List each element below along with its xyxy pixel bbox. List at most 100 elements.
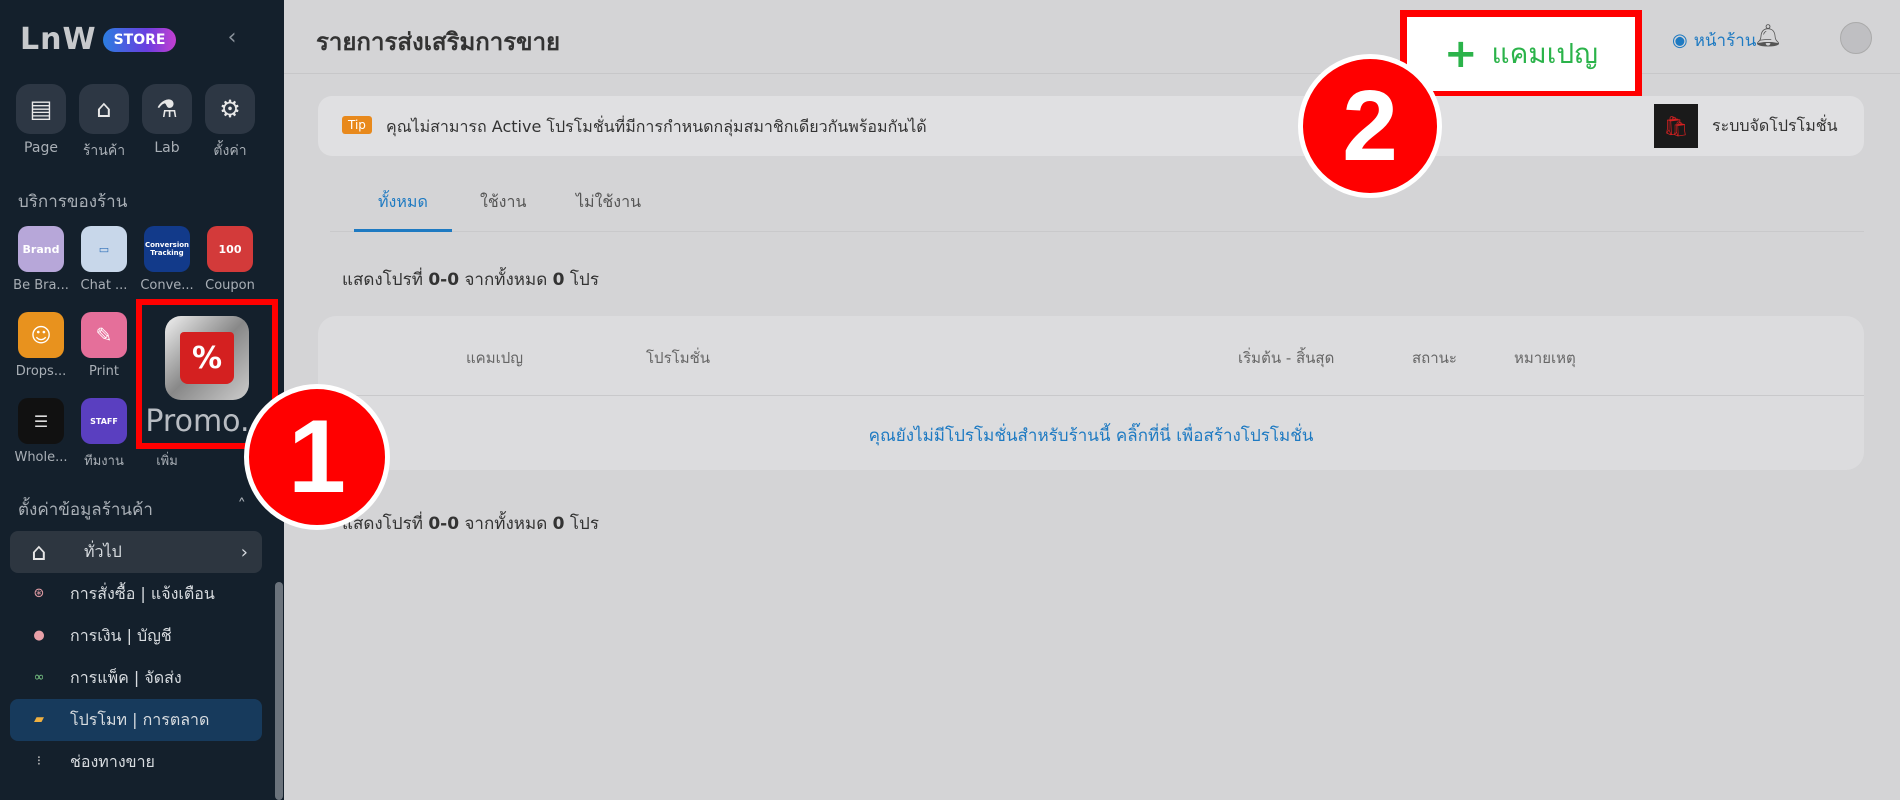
add-campaign-button[interactable]: + แคมเปญ [1444,32,1598,76]
store-front-icon: ⌂ [31,538,47,566]
lab-flask-icon: ⚗ [142,84,192,134]
promotion-table: แคมเปญ โปรโมชั่น เริ่มต้น - สิ้นสุด สถาน… [318,316,1864,470]
count-middle: จากทั้งหมด [464,270,548,290]
count-range: 0-0 [428,270,460,290]
nav-item-label: โปรโมท | การตลาด [70,709,210,729]
nav-item-general[interactable]: ⌂ ทั่วไป › [10,531,262,573]
nav-item-label: การแพ็ค | จัดส่ง [70,667,182,687]
top-icon-page[interactable]: ▤ Page [10,84,72,162]
app-be-brand[interactable]: Brand Be Bra... [10,226,72,293]
app-label: Coupon [205,278,255,293]
app-label: ทีมงาน [84,454,124,469]
result-count-top: แสดงโปรที่ 0-0 จากทั้งหมด 0 โปร [342,266,599,293]
campaign-button-highlight: + แคมเปญ [1400,10,1642,98]
settings-title: ตั้งค่าข้อมูลร้านค้า [18,500,153,520]
settings-section-header[interactable]: ตั้งค่าข้อมูลร้านค้า ˄ [18,496,246,523]
app-label: Drops... [15,364,67,379]
app-conversion-tracking[interactable]: Conversion Tracking Conve... [136,226,198,293]
be-brand-icon: Brand [18,226,64,272]
nav-item-shipping[interactable]: ∞ การแพ็ค | จัดส่ง [10,657,262,699]
sidebar: LnW STORE ‹ ▤ Page ⌂ ร้านค้า ⚗ Lab ⚙ ตั้… [0,0,284,800]
settings-nav: ⌂ ทั่วไป › ⊛ การสั่งซื้อ | แจ้งเตือน ● ก… [10,531,262,783]
header: รายการส่งเสริมการขาย ◉ หน้าร้าน 🔔︎ [284,0,1900,74]
empty-state-link[interactable]: คุณยังไม่มีโปรโมชั่นสำหรับร้านนี้ คลิ๊กท… [318,422,1864,449]
column-date-range: เริ่มต้น - สิ้นสุด [1238,349,1335,367]
piggy-bank-icon: ● [33,628,45,643]
count-middle: จากทั้งหมด [464,514,548,534]
storefront-link[interactable]: ◉ หน้าร้าน [1672,27,1756,54]
tab-all[interactable]: ทั้งหมด [354,190,452,232]
top-icon-label: ตั้งค่า [213,143,247,159]
chat-icon: ▭ [81,226,127,272]
nav-item-orders[interactable]: ⊛ การสั่งซื้อ | แจ้งเตือน [10,573,262,615]
promotion-system-link[interactable]: 🛍︎ ระบบจัดโปรโมชั่น [1654,104,1838,148]
store-icon: ⌂ [79,84,129,134]
nav-item-label: การเงิน | บัญชี [70,625,172,645]
top-icon-label: ร้านค้า [82,143,126,159]
app-chat[interactable]: ▭ Chat ... [73,226,135,293]
services-title: บริการของร้าน [18,192,128,212]
nav-item-sales-channel[interactable]: ⁝ ช่องทางขาย [10,741,262,783]
column-note: หมายเหตุ [1514,349,1576,367]
tab-active[interactable]: ใช้งาน [456,190,550,232]
top-icon-label: Lab [154,140,180,156]
count-prefix: แสดงโปรที่ [342,270,423,290]
app-print[interactable]: ✎ Print [73,312,135,379]
conversion-tracking-icon: Conversion Tracking [144,226,190,272]
count-suffix: โปร [569,270,599,290]
tip-text: คุณไม่สามารถ Active โปรโมชั่นที่มีการกำห… [386,117,927,136]
table-header: แคมเปญ โปรโมชั่น เริ่มต้น - สิ้นสุด สถาน… [318,316,1864,396]
staff-icon: STAFF [81,398,127,444]
plus-icon: + [1444,31,1478,77]
sidebar-scrollbar[interactable] [275,582,283,800]
campaign-button-label: แคมเปญ [1491,37,1598,70]
nav-item-finance[interactable]: ● การเงิน | บัญชี [10,615,262,657]
eye-icon: ◉ [1672,30,1688,51]
result-count-bottom: แสดงโปรที่ 0-0 จากทั้งหมด 0 โปร [342,510,599,537]
print-icon: ✎ [81,312,127,358]
top-icon-settings[interactable]: ⚙ ตั้งค่า [199,84,261,162]
app-label: Whole... [14,450,68,465]
channel-icon: ⁝ [36,754,42,769]
top-icon-store[interactable]: ⌂ ร้านค้า [73,84,135,162]
count-suffix: โปร [569,514,599,534]
app-label: Be Bra... [13,278,69,293]
coupon-icon: 100 [207,226,253,272]
store-badge: STORE [102,28,177,52]
column-campaign: แคมเปญ [466,349,524,367]
app-staff[interactable]: STAFF ทีมงาน [73,398,135,471]
top-icon-label: Page [24,140,58,156]
app-coupon[interactable]: 100 Coupon [199,226,261,293]
storefront-label: หน้าร้าน [1693,31,1757,51]
avatar[interactable] [1840,22,1872,54]
collapse-sidebar-icon[interactable]: ‹ [222,26,242,50]
app-dropship[interactable]: ☺ Drops... [10,312,72,379]
chevron-right-icon: › [240,541,248,563]
app-wholesale[interactable]: ☰ Whole... [10,398,72,465]
tab-inactive[interactable]: ไม่ใช้งาน [552,190,665,232]
bicycle-icon: ∞ [33,670,45,685]
promotion-bag-icon: % [165,316,249,400]
chevron-up-icon: ˄ [237,496,247,516]
logo-text: LnW [20,22,97,57]
bell-icon[interactable]: 🔔︎ [1754,24,1782,49]
nav-item-marketing[interactable]: ▰ โปรโมท | การตลาด [10,699,262,741]
promotion-thumbnail-icon: 🛍︎ [1654,104,1698,148]
top-icon-row: ▤ Page ⌂ ร้านค้า ⚗ Lab ⚙ ตั้งค่า [10,84,262,162]
step-marker-2: 2 [1298,54,1442,198]
nav-item-label: การสั่งซื้อ | แจ้งเตือน [70,583,215,603]
app-label: Conve... [140,278,194,293]
wholesale-icon: ☰ [18,398,64,444]
app-label: Print [89,364,119,379]
count-total: 0 [552,514,565,534]
ticket-icon: ▰ [34,712,44,727]
top-icon-lab[interactable]: ⚗ Lab [136,84,198,162]
status-tabs: ทั้งหมด ใช้งาน ไม่ใช้งาน [330,180,1864,232]
step-marker-1: 1 [244,384,390,530]
gear-icon: ⚙ [205,84,255,134]
order-icon: ⊛ [33,586,45,601]
logo[interactable]: LnW STORE [20,22,177,58]
tip-badge: Tip [342,116,372,134]
column-status: สถานะ [1412,349,1457,367]
nav-item-label: ช่องทางขาย [70,751,155,771]
